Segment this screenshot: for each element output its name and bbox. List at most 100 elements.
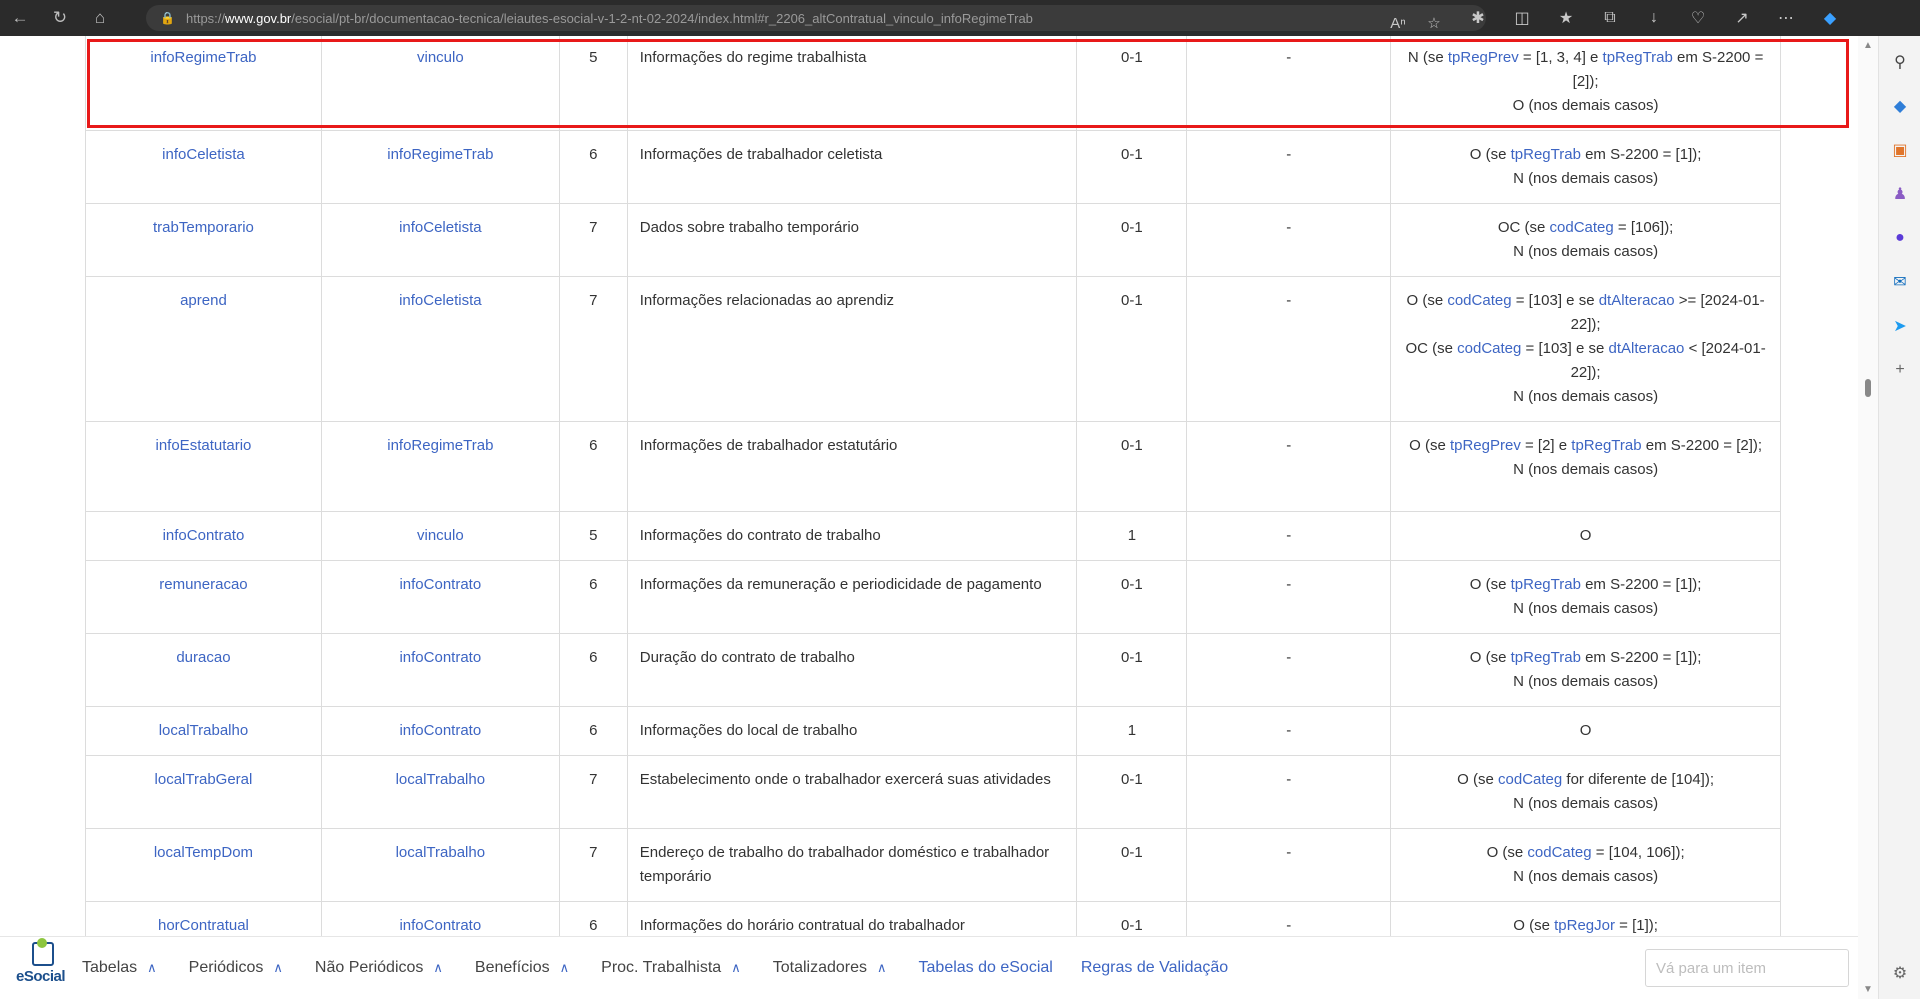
- field-name-link[interactable]: infoCeletista: [162, 146, 245, 163]
- field-name-link[interactable]: localTempDom: [154, 844, 253, 861]
- condition-text: for diferente de [104]);: [1562, 771, 1714, 788]
- size-text: -: [1286, 437, 1292, 454]
- vertical-scrollbar[interactable]: ▲ ▼: [1858, 36, 1878, 999]
- browser-essentials-icon[interactable]: ♡: [1676, 8, 1720, 28]
- extensions-icon[interactable]: ✱: [1456, 8, 1500, 28]
- description-cell: Duração do contrato de trabalho: [626, 633, 1078, 707]
- refresh-icon[interactable]: ↻: [40, 0, 80, 36]
- condition-field-link[interactable]: tpRegTrab: [1511, 146, 1581, 163]
- size-text: -: [1286, 219, 1292, 236]
- condition-field-link[interactable]: tpRegTrab: [1511, 649, 1581, 666]
- footer-menu-item[interactable]: Periódicos ∧: [189, 959, 283, 977]
- footer-menu-item[interactable]: Tabelas ∧: [82, 959, 157, 977]
- logo-text: eSocial: [16, 968, 66, 985]
- field-name-link[interactable]: aprend: [180, 292, 227, 309]
- settings-gear-icon[interactable]: ⚙: [1879, 951, 1920, 995]
- condition-field-link[interactable]: tpRegTrab: [1511, 576, 1581, 593]
- parent-link[interactable]: infoContrato: [399, 917, 481, 934]
- condition-text: OC (se: [1405, 340, 1458, 357]
- condition-line: N (nos demais casos): [1401, 167, 1770, 191]
- table-row: horContratual infoContrato 6 Informações do…: [85, 901, 1781, 936]
- toolbox-icon[interactable]: ▣: [1879, 128, 1920, 172]
- field-name-link[interactable]: duracao: [176, 649, 230, 666]
- parent-link[interactable]: infoCeletista: [399, 292, 482, 309]
- condition-field-link[interactable]: dtAlteracao: [1609, 340, 1685, 357]
- favorites-icon[interactable]: ★: [1544, 8, 1588, 28]
- scroll-up-icon[interactable]: ▲: [1863, 40, 1873, 51]
- read-aloud-icon[interactable]: Aⁿ: [1380, 15, 1416, 32]
- scrollbar-thumb[interactable]: [1865, 379, 1871, 397]
- footer-menu-item[interactable]: Não Periódicos ∧: [315, 959, 443, 977]
- condition-field-link[interactable]: tpRegTrab: [1571, 437, 1641, 454]
- field-name-link[interactable]: horContratual: [158, 917, 249, 934]
- occurrence-text: 0-1: [1121, 219, 1143, 236]
- esocial-logo[interactable]: eSocial: [14, 938, 82, 998]
- table-row: trabTemporario infoCeletista 7 Dados sobre …: [85, 203, 1781, 277]
- field-name-link[interactable]: infoRegimeTrab: [150, 49, 256, 66]
- search-icon[interactable]: ⚲: [1879, 40, 1920, 84]
- footer-link[interactable]: Regras de Validação: [1081, 959, 1228, 977]
- parent-link[interactable]: vinculo: [417, 527, 464, 544]
- occurrence-cell: 1: [1076, 706, 1188, 756]
- scroll-down-icon[interactable]: ▼: [1863, 984, 1873, 995]
- parent-link[interactable]: localTrabalho: [396, 844, 486, 861]
- outlook-icon[interactable]: ✉: [1879, 260, 1920, 304]
- split-screen-icon[interactable]: ◫: [1500, 8, 1544, 28]
- field-name-link[interactable]: localTrabGeral: [155, 771, 253, 788]
- footer-link[interactable]: Tabelas do eSocial: [919, 959, 1053, 977]
- parent-link[interactable]: infoContrato: [399, 722, 481, 739]
- footer-menu-item[interactable]: Totalizadores ∧: [773, 959, 887, 977]
- games-icon[interactable]: ♟: [1879, 172, 1920, 216]
- collections-icon[interactable]: ⧉: [1588, 9, 1632, 27]
- tag-icon[interactable]: ◆: [1879, 84, 1920, 128]
- parent-link[interactable]: infoRegimeTrab: [387, 437, 493, 454]
- condition-cell: O: [1390, 511, 1781, 561]
- field-name-link[interactable]: infoContrato: [163, 527, 245, 544]
- field-name-link[interactable]: trabTemporario: [153, 219, 254, 236]
- search-input[interactable]: [1645, 949, 1849, 987]
- parent-link[interactable]: infoContrato: [399, 649, 481, 666]
- condition-field-link[interactable]: codCateg: [1527, 844, 1591, 861]
- more-options-icon[interactable]: ⋯: [1764, 8, 1808, 28]
- condition-text: O: [1579, 527, 1592, 544]
- home-icon[interactable]: ⌂: [80, 0, 120, 36]
- condition-field-link[interactable]: codCateg: [1498, 771, 1562, 788]
- condition-text: = [103] e se: [1521, 340, 1609, 357]
- address-bar[interactable]: 🔒 https://www.gov.br/esocial/pt-br/docum…: [146, 5, 1486, 31]
- copilot-icon[interactable]: ◆: [1808, 8, 1852, 28]
- parent-link[interactable]: vinculo: [417, 49, 464, 66]
- field-name-link[interactable]: infoEstatutario: [156, 437, 252, 454]
- condition-field-link[interactable]: codCateg: [1457, 340, 1521, 357]
- copilot-side-icon[interactable]: ●: [1879, 216, 1920, 260]
- chevron-up-icon: ∧: [877, 960, 887, 975]
- level-cell: 6: [558, 560, 628, 634]
- field-name-link[interactable]: localTrabalho: [159, 722, 249, 739]
- share-icon[interactable]: ↗: [1720, 8, 1764, 28]
- parent-link[interactable]: localTrabalho: [396, 771, 486, 788]
- favorite-star-icon[interactable]: ☆: [1416, 14, 1452, 31]
- field-name-cell: remuneracao: [85, 560, 322, 634]
- back-icon[interactable]: ←: [0, 0, 40, 36]
- condition-field-link[interactable]: tpRegPrev: [1450, 437, 1521, 454]
- condition-field-link[interactable]: codCateg: [1550, 219, 1614, 236]
- field-name-link[interactable]: remuneracao: [159, 576, 247, 593]
- condition-line: O (se tpRegJor = [1]);: [1401, 914, 1770, 936]
- add-icon[interactable]: +: [1879, 348, 1920, 392]
- downloads-icon[interactable]: ↓: [1632, 9, 1676, 27]
- footer-menu-item[interactable]: Benefícios ∧: [475, 959, 569, 977]
- condition-line: O (se tpRegTrab em S-2200 = [1]);: [1401, 573, 1770, 597]
- condition-field-link[interactable]: tpRegPrev: [1448, 49, 1519, 66]
- condition-field-link[interactable]: tpRegTrab: [1603, 49, 1673, 66]
- condition-field-link[interactable]: tpRegJor: [1554, 917, 1615, 934]
- parent-link[interactable]: infoRegimeTrab: [387, 146, 493, 163]
- send-icon[interactable]: ➤: [1879, 304, 1920, 348]
- footer-menu-item[interactable]: Proc. Trabalhista ∧: [601, 959, 741, 977]
- condition-text: N (nos demais casos): [1513, 600, 1659, 617]
- table-row: aprend infoCeletista 7 Informações relacion…: [85, 276, 1781, 422]
- condition-field-link[interactable]: codCateg: [1447, 292, 1511, 309]
- parent-link[interactable]: infoContrato: [399, 576, 481, 593]
- parent-link[interactable]: infoCeletista: [399, 219, 482, 236]
- description-cell: Estabelecimento onde o trabalhador exerc…: [626, 755, 1078, 829]
- size-text: -: [1286, 649, 1292, 666]
- condition-field-link[interactable]: dtAlteracao: [1599, 292, 1675, 309]
